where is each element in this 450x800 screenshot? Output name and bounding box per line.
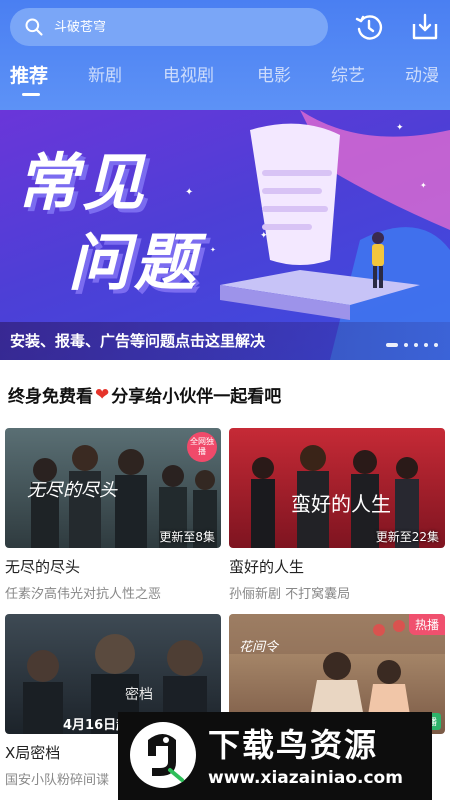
search-icon (25, 18, 43, 36)
history-button[interactable] (354, 12, 384, 42)
carousel-dot (414, 343, 418, 347)
video-poster: 蛮好的人生 更新至22集 (229, 428, 445, 548)
poster-title: 花间令 (239, 640, 279, 655)
video-title: 蛮好的人生 (229, 558, 305, 576)
poster-title: 密档 (125, 687, 153, 703)
episode-label: 更新至22集 (375, 530, 439, 544)
section-title-right: 分享给小伙伴一起看吧 (111, 387, 282, 407)
section-title-left: 终身免费看 (8, 387, 93, 407)
poster-title: 蛮好的人生 (291, 492, 391, 516)
category-tabs: 推荐 新剧 电视剧 电影 综艺 动漫 (0, 60, 450, 100)
bird-logo-icon (130, 722, 196, 788)
search-input[interactable] (54, 19, 294, 35)
svg-text:✦: ✦ (210, 246, 216, 254)
svg-text:✦: ✦ (185, 187, 193, 198)
heart-icon: ❤ (95, 384, 110, 405)
video-title: 无尽的尽头 (5, 558, 81, 576)
search-bar[interactable] (10, 8, 328, 46)
episode-label: 更新至8集 (159, 530, 215, 544)
video-subtitle: 孙俪新剧 不打窝囊局 (229, 587, 351, 602)
hot-badge: 热播 (408, 614, 445, 635)
carousel-dot (386, 343, 398, 347)
watermark-url: www.xiazainiao.com (208, 768, 403, 788)
banner-caption: 安装、报毒、广告等问题点击这里解决 (0, 322, 450, 360)
tab-tv-series[interactable]: 电视剧 (163, 60, 214, 100)
active-tab-indicator (22, 93, 40, 96)
carousel-dot (404, 343, 408, 347)
carousel-dot (424, 343, 428, 347)
share-section-title: 终身免费看 ❤ 分享给小伙伴一起看吧 (8, 382, 282, 408)
carousel-indicator (386, 343, 438, 347)
history-clock-icon (355, 15, 383, 40)
video-card[interactable]: 蛮好的人生 更新至22集 蛮好的人生 孙俪新剧 不打窝囊局 (229, 428, 445, 602)
banner-title-line1: 常见 (16, 146, 149, 219)
banner-title-line2: 问题 (68, 226, 201, 299)
tab-variety[interactable]: 综艺 (331, 60, 365, 100)
faq-banner[interactable]: ✦ ✦ ✦ ✦ ✦ 常见 问题 安装、报毒、广告等问题点击这里解决 (0, 110, 450, 360)
svg-text:✦: ✦ (260, 231, 268, 241)
video-poster: 无尽的尽头 全网独播 更新至8集 (5, 428, 221, 548)
tab-new-drama[interactable]: 新剧 (88, 60, 122, 100)
watermark-name: 下载鸟资源 (208, 726, 379, 764)
exclusive-badge: 全网独播 (187, 432, 217, 462)
tab-anime[interactable]: 动漫 (405, 60, 439, 100)
download-button[interactable] (410, 12, 440, 42)
svg-text:✦: ✦ (396, 123, 404, 133)
poster-title: 无尽的尽头 (27, 480, 117, 501)
svg-text:✦: ✦ (420, 181, 427, 190)
site-watermark: 下载鸟资源 www.xiazainiao.com (118, 712, 432, 800)
video-card[interactable]: 无尽的尽头 全网独播 更新至8集 无尽的尽头 任素汐高伟光对抗人性之恶 (5, 428, 221, 602)
download-icon (412, 13, 438, 40)
top-header: 推荐 新剧 电视剧 电影 综艺 动漫 (0, 0, 450, 110)
video-subtitle: 任素汐高伟光对抗人性之恶 (5, 587, 162, 602)
tab-movies[interactable]: 电影 (257, 60, 291, 100)
carousel-dot (434, 343, 438, 347)
